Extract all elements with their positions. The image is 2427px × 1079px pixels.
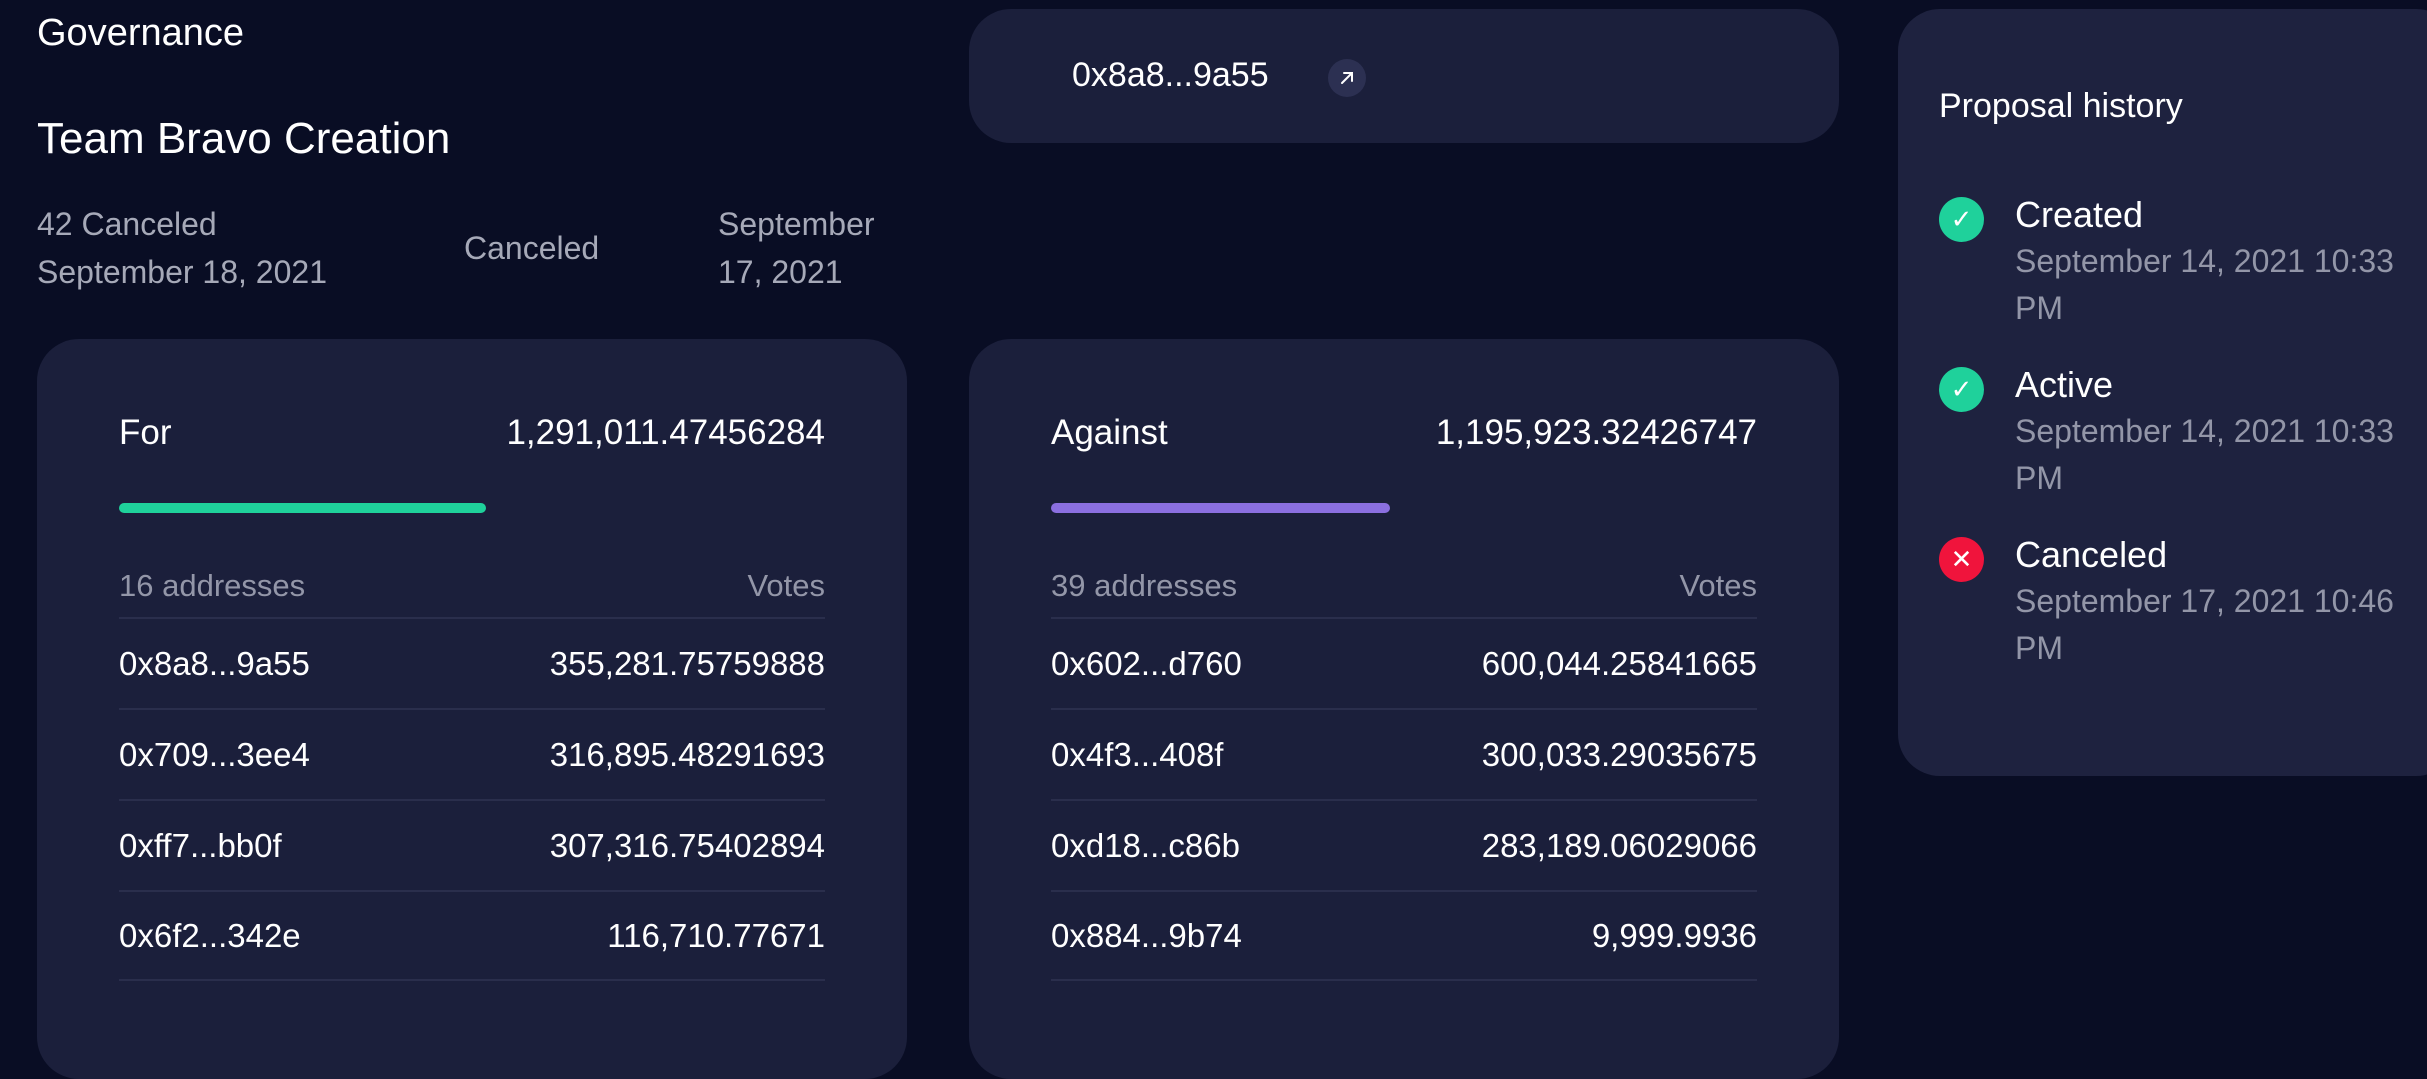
arrow-up-right-icon — [1341, 72, 1353, 84]
against-progress-fill — [1051, 503, 1390, 513]
table-row[interactable]: 0x884...9b74 9,999.9936 — [1051, 890, 1757, 981]
history-step-label: Created — [2015, 194, 2144, 235]
voter-votes: 355,281.75759888 — [549, 644, 825, 682]
for-label: For — [119, 413, 172, 452]
voter-address[interactable]: 0x8a8...9a55 — [119, 645, 310, 683]
against-label: Against — [1051, 413, 1168, 452]
voter-address[interactable]: 0x4f3...408f — [1051, 736, 1223, 774]
table-row[interactable]: 0xff7...bb0f 307,316.75402894 — [119, 799, 825, 890]
voter-votes: 600,044.25841665 — [1481, 644, 1757, 682]
proposer-address[interactable]: 0x8a8...9a55 — [1072, 56, 1269, 95]
voter-address[interactable]: 0x709...3ee4 — [119, 736, 310, 774]
voter-address[interactable]: 0xff7...bb0f — [119, 827, 282, 865]
for-voter-list: 0x8a8...9a55 355,281.75759888 0x709...3ee… — [119, 617, 825, 981]
history-step-date: September 14, 2021 10:33 PM — [2015, 413, 2394, 496]
against-progress-bar — [1051, 503, 1757, 513]
close-icon: ✕ — [1939, 537, 1984, 582]
voter-votes: 300,033.29035675 — [1481, 735, 1757, 773]
voter-address[interactable]: 0x884...9b74 — [1051, 917, 1242, 955]
for-votes-header: Votes — [747, 568, 825, 603]
proposal-history-title: Proposal history — [1939, 87, 2183, 125]
for-addresses-count: 16 addresses — [119, 568, 306, 603]
history-step-date: September 17, 2021 10:46 PM — [2015, 583, 2394, 666]
for-progress-fill — [119, 503, 487, 513]
for-votes-card: For 1,291,011.47456284 16 addresses Vote… — [37, 339, 907, 1079]
for-progress-bar — [119, 503, 825, 513]
table-row[interactable]: 0x602...d760 600,044.25841665 — [1051, 617, 1757, 708]
against-total: 1,195,923.32426747 — [1435, 413, 1757, 452]
voter-address[interactable]: 0x6f2...342e — [119, 917, 301, 955]
table-row[interactable]: 0x8a8...9a55 355,281.75759888 — [119, 617, 825, 708]
history-step-label: Canceled — [2015, 534, 2168, 575]
table-row[interactable]: 0xd18...c86b 283,189.06029066 — [1051, 799, 1757, 890]
proposal-history-panel: Proposal history ✓ Created September 14,… — [1898, 9, 2427, 776]
check-icon: ✓ — [1939, 367, 1984, 412]
table-row[interactable]: 0x4f3...408f 300,033.29035675 — [1051, 708, 1757, 799]
voter-votes: 307,316.75402894 — [549, 826, 825, 864]
voter-address[interactable]: 0x602...d760 — [1051, 645, 1242, 683]
check-icon: ✓ — [1939, 197, 1984, 242]
voter-votes: 116,710.77671 — [607, 916, 825, 954]
history-step-label: Active — [2015, 364, 2114, 405]
voter-votes: 316,895.48291693 — [549, 735, 825, 773]
against-addresses-count: 39 addresses — [1051, 568, 1238, 603]
voter-votes: 9,999.9936 — [1591, 916, 1757, 954]
against-voter-list: 0x602...d760 600,044.25841665 0x4f3...408… — [1051, 617, 1757, 981]
proposal-meta-summary: 42 Canceled September 18, 2021 — [37, 206, 327, 290]
for-total: 1,291,011.47456284 — [506, 413, 825, 452]
against-votes-header: Votes — [1679, 568, 1757, 603]
breadcrumb[interactable]: Governance — [37, 12, 244, 55]
history-step-date: September 14, 2021 10:33 PM — [2015, 243, 2394, 326]
voter-address[interactable]: 0xd18...c86b — [1051, 827, 1240, 865]
proposer-card: 0x8a8...9a55 — [969, 9, 1839, 143]
proposal-status: Canceled — [464, 230, 600, 266]
against-votes-card: Against 1,195,923.32426747 39 addresses … — [969, 339, 1839, 1079]
external-link-icon[interactable] — [1328, 59, 1366, 97]
proposal-title: Team Bravo Creation — [37, 114, 451, 163]
table-row[interactable]: 0x709...3ee4 316,895.48291693 — [119, 708, 825, 799]
voter-votes: 283,189.06029066 — [1481, 826, 1757, 864]
proposal-date: September 17, 2021 — [718, 206, 875, 290]
table-row[interactable]: 0x6f2...342e 116,710.77671 — [119, 890, 825, 981]
